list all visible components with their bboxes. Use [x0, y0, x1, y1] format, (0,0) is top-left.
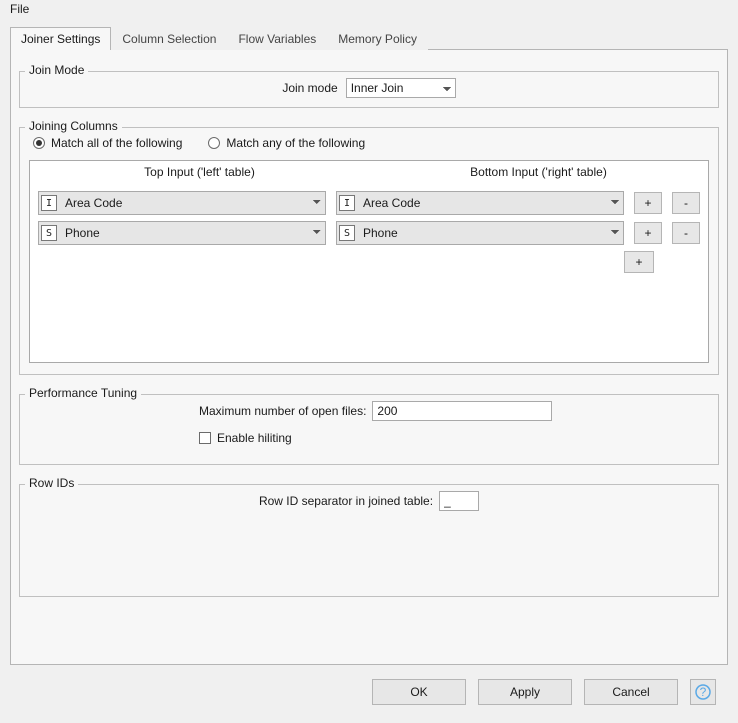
- svg-text:?: ?: [700, 685, 707, 699]
- join-mode-select[interactable]: Inner Join: [346, 78, 456, 98]
- left-column-select[interactable]: Phone: [38, 221, 326, 245]
- group-row-ids: Row IDs Row ID separator in joined table…: [19, 477, 719, 597]
- row-id-separator-label: Row ID separator in joined table:: [259, 494, 433, 508]
- left-column-select[interactable]: Area Code: [38, 191, 326, 215]
- ok-button[interactable]: OK: [372, 679, 466, 705]
- tab-panel-joiner-settings: Join Mode Join mode Inner Join Joining C…: [10, 49, 728, 665]
- right-column-select[interactable]: Area Code: [336, 191, 624, 215]
- help-button[interactable]: ?: [690, 679, 716, 705]
- cancel-button[interactable]: Cancel: [584, 679, 678, 705]
- columns-body: I Area Code I Area Code + -: [30, 183, 708, 281]
- group-title: Joining Columns: [25, 119, 122, 133]
- menubar: File: [6, 0, 33, 18]
- group-joining-columns: Joining Columns Match all of the followi…: [19, 120, 719, 375]
- group-title: Performance Tuning: [25, 386, 141, 400]
- add-new-row-button[interactable]: +: [624, 251, 654, 273]
- right-column-select-wrap: I Area Code: [336, 191, 624, 215]
- join-mode-label: Join mode: [282, 81, 337, 95]
- dialog-footer: OK Apply Cancel ?: [372, 679, 716, 705]
- right-column-select[interactable]: Phone: [336, 221, 624, 245]
- checkbox-icon: [199, 432, 211, 444]
- left-column-select-wrap: S Phone: [38, 221, 326, 245]
- enable-hiliting-checkbox[interactable]: Enable hiliting: [199, 431, 292, 445]
- column-pair-row: I Area Code I Area Code + -: [38, 191, 700, 215]
- help-icon: ?: [695, 684, 711, 700]
- columns-header-right: Bottom Input ('right' table): [369, 161, 708, 183]
- columns-editor: Top Input ('left' table) Bottom Input ('…: [29, 160, 709, 363]
- radio-label: Match any of the following: [226, 136, 365, 150]
- remove-row-button[interactable]: -: [672, 192, 700, 214]
- tab-column-selection[interactable]: Column Selection: [111, 27, 227, 50]
- tabs-host: Joiner Settings Column Selection Flow Va…: [10, 26, 728, 657]
- apply-button[interactable]: Apply: [478, 679, 572, 705]
- right-column-select-wrap: S Phone: [336, 221, 624, 245]
- tab-flow-variables[interactable]: Flow Variables: [227, 27, 327, 50]
- group-join-mode: Join Mode Join mode Inner Join: [19, 64, 719, 108]
- max-open-files-input[interactable]: [372, 401, 552, 421]
- row-id-separator-input[interactable]: [439, 491, 479, 511]
- columns-header-left: Top Input ('left' table): [30, 161, 369, 183]
- menu-file[interactable]: File: [6, 0, 33, 18]
- column-pair-row: S Phone S Phone + -: [38, 221, 700, 245]
- group-performance-tuning: Performance Tuning Maximum number of ope…: [19, 387, 719, 465]
- tab-joiner-settings[interactable]: Joiner Settings: [10, 27, 111, 50]
- max-open-files-label: Maximum number of open files:: [199, 404, 366, 418]
- remove-row-button[interactable]: -: [672, 222, 700, 244]
- radio-label: Match all of the following: [51, 136, 182, 150]
- checkbox-label: Enable hiliting: [217, 431, 292, 445]
- radio-match-any[interactable]: Match any of the following: [208, 136, 365, 150]
- group-title: Row IDs: [25, 476, 78, 490]
- columns-header: Top Input ('left' table) Bottom Input ('…: [30, 161, 708, 183]
- radio-dot-icon: [208, 137, 220, 149]
- left-column-select-wrap: I Area Code: [38, 191, 326, 215]
- tab-strip: Joiner Settings Column Selection Flow Va…: [10, 26, 728, 49]
- group-title: Join Mode: [25, 63, 88, 77]
- radio-match-all[interactable]: Match all of the following: [33, 136, 182, 150]
- add-row-button[interactable]: +: [634, 192, 662, 214]
- tab-memory-policy[interactable]: Memory Policy: [327, 27, 428, 50]
- dialog-window: File Joiner Settings Column Selection Fl…: [0, 0, 738, 723]
- radio-dot-icon: [33, 137, 45, 149]
- add-row-button[interactable]: +: [634, 222, 662, 244]
